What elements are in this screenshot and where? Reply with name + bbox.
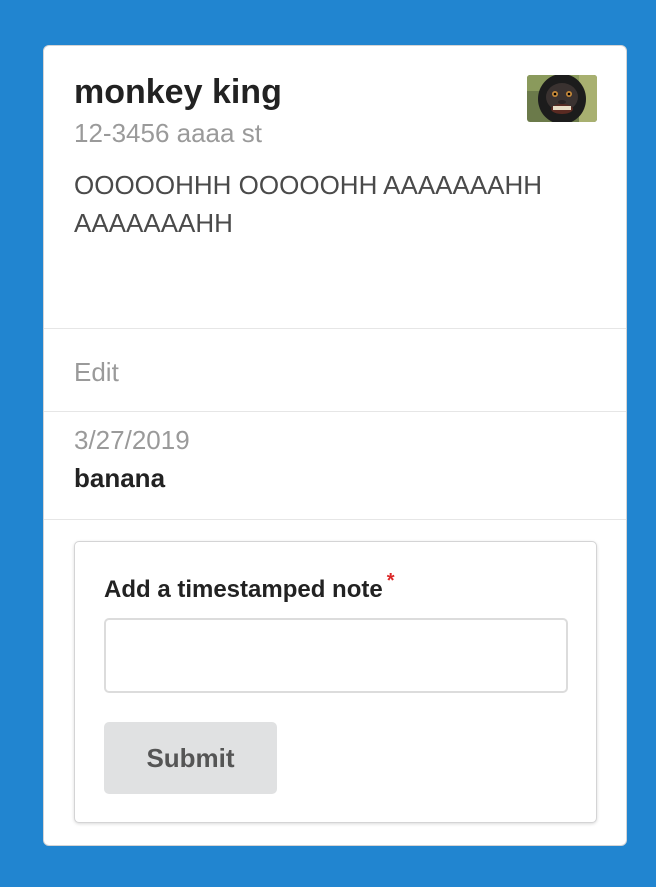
divider [44,519,626,520]
note-field-label-text: Add a timestamped note [104,576,383,603]
required-marker: * [386,570,395,592]
note-field-label: Add a timestamped note * [104,570,395,606]
note-text: banana [74,463,166,493]
note-form: Add a timestamped note * Submit [74,541,597,823]
monkey-face-image [527,75,597,122]
contact-card: monkey king 12-3456 aaaa st OOOOOHHH OOO… [43,45,627,846]
avatar [527,75,597,122]
card-content: monkey king 12-3456 aaaa st OOOOOHHH OOO… [44,46,626,328]
contact-address: 12-3456 aaaa st [74,118,262,148]
submit-button[interactable]: Submit [104,722,277,794]
note-date: 3/27/2019 [74,425,190,455]
note-item: 3/27/2019 banana [44,412,626,519]
contact-description: OOOOOHHH OOOOOHH AAAAAAAHH AAAAAAAHH [74,170,543,238]
contact-name: monkey king [74,73,282,111]
note-input[interactable] [104,618,568,693]
edit-link[interactable]: Edit [44,329,626,411]
